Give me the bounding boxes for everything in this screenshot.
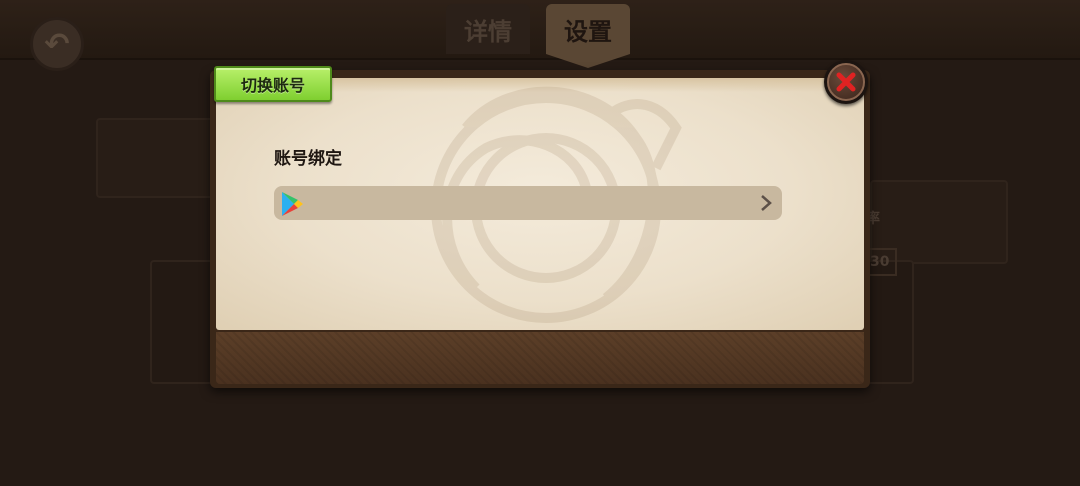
background-text: 30 bbox=[866, 248, 898, 276]
switch-account-dialog: 账号绑定 切换账号 bbox=[210, 60, 870, 388]
google-play-bind-button[interactable] bbox=[274, 186, 782, 220]
background-top-bar bbox=[0, 0, 1080, 60]
tab-settings: 设置 bbox=[546, 4, 630, 68]
back-arrow-icon: ↶ bbox=[30, 17, 84, 71]
close-button[interactable] bbox=[824, 60, 868, 104]
google-play-icon bbox=[282, 192, 303, 216]
chevron-right-icon bbox=[761, 195, 772, 211]
account-binding-label: 账号绑定 bbox=[274, 149, 342, 169]
background-panel bbox=[96, 118, 220, 198]
wood-footer bbox=[216, 330, 864, 384]
tab-detail: 详情 bbox=[446, 4, 530, 54]
dialog-title-tag: 切换账号 bbox=[214, 66, 332, 102]
close-icon bbox=[827, 63, 865, 101]
parchment-panel: 账号绑定 bbox=[216, 78, 864, 330]
